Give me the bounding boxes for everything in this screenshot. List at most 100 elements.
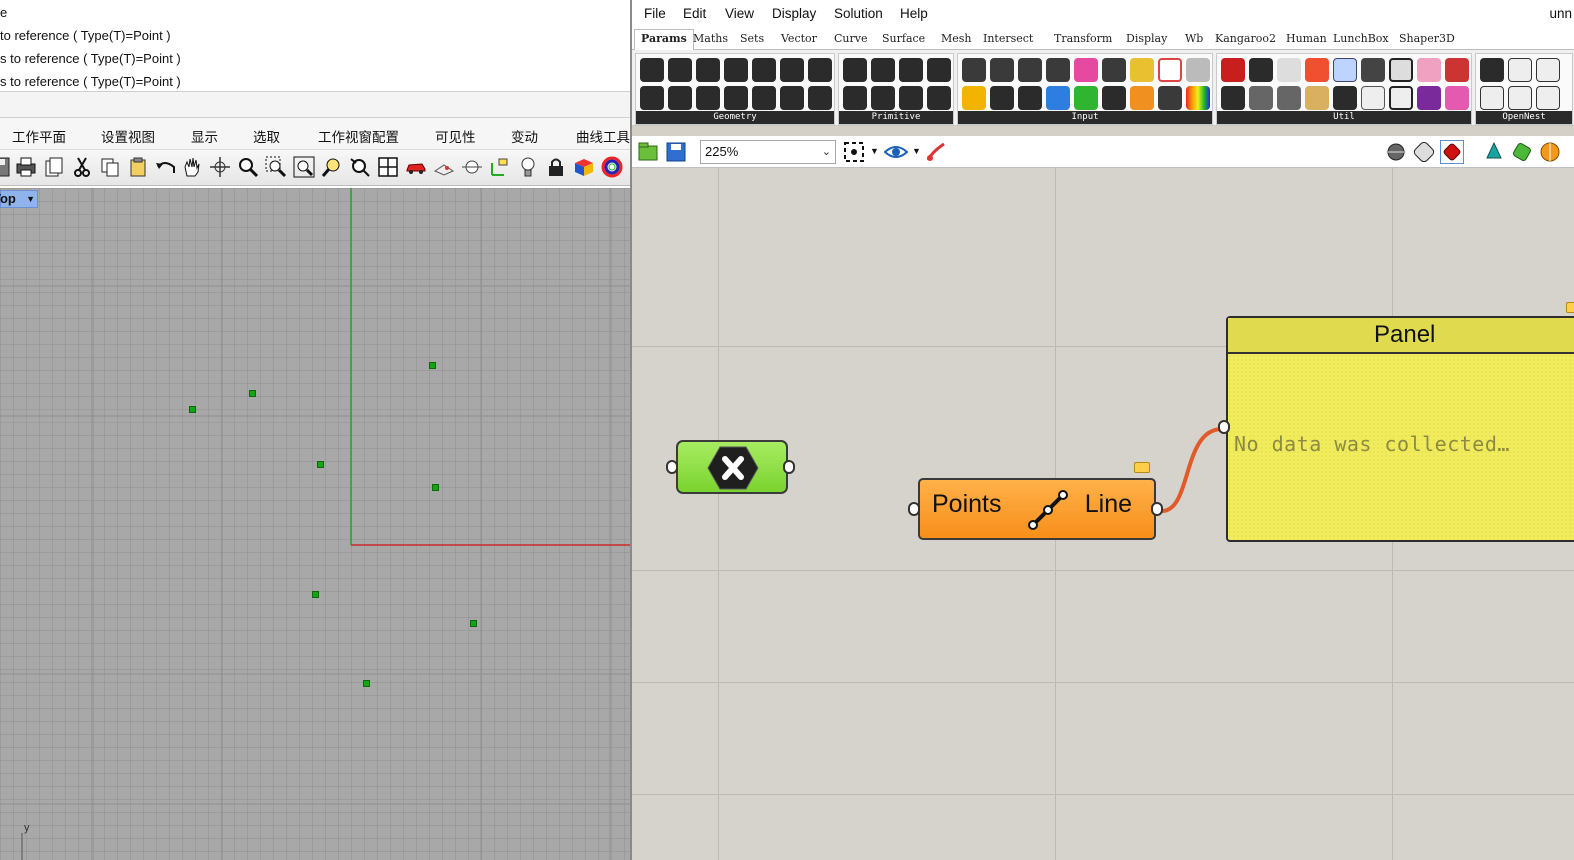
cluster-icon[interactable] bbox=[1249, 58, 1273, 82]
point-object[interactable] bbox=[363, 680, 370, 687]
tab-kangaroo2[interactable]: Kangaroo2 bbox=[1215, 32, 1276, 45]
preview-selected-icon[interactable] bbox=[1440, 140, 1464, 164]
edit-icon[interactable] bbox=[1158, 86, 1182, 110]
search-loop-icon[interactable] bbox=[1389, 58, 1413, 82]
import-icon[interactable] bbox=[42, 155, 66, 179]
integer-param-icon[interactable] bbox=[871, 58, 895, 82]
pencil-icon[interactable] bbox=[1305, 86, 1329, 110]
control-knob-icon[interactable] bbox=[1186, 58, 1210, 82]
md-slider-icon[interactable] bbox=[1046, 86, 1070, 110]
menu-set-view[interactable]: 设置视图 bbox=[101, 126, 155, 146]
flask-icon[interactable] bbox=[1445, 86, 1469, 110]
input-grip-panel[interactable] bbox=[1218, 420, 1230, 434]
field-param-icon[interactable] bbox=[808, 58, 832, 82]
point-object[interactable] bbox=[249, 390, 256, 397]
green-gem-icon[interactable] bbox=[1510, 140, 1534, 164]
input-grip[interactable] bbox=[666, 460, 678, 474]
calendar-icon[interactable] bbox=[1102, 58, 1126, 82]
button-icon[interactable] bbox=[990, 58, 1014, 82]
timer-icon[interactable] bbox=[1389, 86, 1413, 110]
list-icon[interactable] bbox=[1018, 86, 1042, 110]
tab-curve[interactable]: Curve bbox=[834, 32, 867, 45]
string-param-icon[interactable] bbox=[927, 58, 951, 82]
abc-icon[interactable] bbox=[1277, 58, 1301, 82]
viewport-title-tab[interactable]: Top ▼ bbox=[0, 190, 38, 208]
sheets-icon[interactable] bbox=[1536, 58, 1560, 82]
panel-component[interactable]: Panel No data was collected… bbox=[1226, 316, 1574, 542]
point-object[interactable] bbox=[432, 484, 439, 491]
four-viewports-icon[interactable] bbox=[376, 155, 400, 179]
zoom-level-select[interactable]: 225% ⌄ bbox=[700, 140, 836, 164]
type-icon[interactable] bbox=[1333, 58, 1357, 82]
tab-transform[interactable]: Transform bbox=[1054, 32, 1112, 45]
top-viewport[interactable]: y bbox=[0, 188, 630, 860]
ring-icon[interactable] bbox=[1249, 86, 1273, 110]
transform-param-icon[interactable] bbox=[780, 86, 804, 110]
point-object[interactable] bbox=[470, 620, 477, 627]
mesh-param-icon[interactable] bbox=[780, 58, 804, 82]
tab-display[interactable]: Display bbox=[1126, 32, 1167, 45]
cherry-icon[interactable] bbox=[1221, 58, 1245, 82]
rotate-view-icon[interactable] bbox=[208, 155, 232, 179]
pipe-icon[interactable] bbox=[1130, 86, 1154, 110]
menu-help[interactable]: Help bbox=[900, 6, 928, 21]
zoom-icon[interactable] bbox=[236, 155, 260, 179]
eraser-icon[interactable] bbox=[1508, 86, 1532, 110]
output-grip-line[interactable] bbox=[1151, 502, 1163, 516]
path-param-icon[interactable] bbox=[899, 86, 923, 110]
caret-down-icon[interactable]: ▼ bbox=[26, 191, 35, 207]
menu-cplanes[interactable]: 工作平面 bbox=[12, 126, 66, 146]
line-component[interactable]: Points Line bbox=[918, 478, 1156, 540]
gh-canvas[interactable]: Points Line Panel No data was collected… bbox=[632, 168, 1574, 860]
tab-intersect[interactable]: Intersect bbox=[983, 32, 1033, 45]
menu-select[interactable]: 选取 bbox=[253, 126, 280, 146]
text-tool-icon[interactable] bbox=[1508, 58, 1532, 82]
menu-solution[interactable]: Solution bbox=[834, 6, 883, 21]
tab-shaper3d[interactable]: Shaper3D bbox=[1399, 32, 1455, 45]
tab-lunchbox[interactable]: LunchBox bbox=[1333, 32, 1389, 45]
light-icon[interactable] bbox=[516, 155, 540, 179]
caret-down-icon[interactable]: ▼ bbox=[870, 146, 879, 156]
menu-visibility[interactable]: 可见性 bbox=[435, 126, 476, 146]
menu-edit[interactable]: Edit bbox=[683, 6, 706, 21]
record-icon[interactable] bbox=[1305, 58, 1329, 82]
lock-icon[interactable] bbox=[544, 155, 568, 179]
tab-sets[interactable]: Sets bbox=[740, 32, 764, 45]
message-bubble-icon[interactable] bbox=[1566, 302, 1574, 313]
preview-wireframe-icon[interactable] bbox=[1412, 140, 1436, 164]
domain-param-icon[interactable] bbox=[927, 86, 951, 110]
tab-maths[interactable]: Maths bbox=[693, 32, 728, 45]
menu-curve-tools[interactable]: 曲线工具 bbox=[576, 126, 630, 146]
menu-viewport-layout[interactable]: 工作视窗配置 bbox=[318, 126, 399, 146]
circle-param-icon[interactable] bbox=[668, 58, 692, 82]
geometry-param-icon[interactable] bbox=[752, 86, 776, 110]
tab-params[interactable]: Params bbox=[634, 29, 694, 50]
preview-eye-icon[interactable] bbox=[884, 140, 908, 164]
tab-human[interactable]: Human bbox=[1286, 32, 1327, 45]
boolean-param-icon[interactable] bbox=[843, 58, 867, 82]
bake-icon[interactable] bbox=[1417, 58, 1441, 82]
save-icon[interactable] bbox=[0, 155, 12, 179]
color-wheel-icon[interactable] bbox=[600, 155, 624, 179]
fuzzy-icon[interactable] bbox=[1333, 86, 1357, 110]
paste-icon[interactable] bbox=[126, 155, 150, 179]
tab-vector[interactable]: Vector bbox=[781, 32, 817, 45]
image-sampler-icon[interactable] bbox=[1074, 86, 1098, 110]
surface-param-icon[interactable] bbox=[724, 58, 748, 82]
arrow-icon[interactable] bbox=[1361, 58, 1385, 82]
preview-shaded-icon[interactable] bbox=[1384, 140, 1408, 164]
number-param-icon[interactable] bbox=[843, 86, 867, 110]
tab-surface[interactable]: Surface bbox=[882, 32, 925, 45]
message-bubble-icon[interactable] bbox=[1134, 462, 1150, 473]
copy-icon[interactable] bbox=[98, 155, 122, 179]
brep-param-icon[interactable] bbox=[752, 58, 776, 82]
zoom-extents-icon[interactable] bbox=[292, 155, 316, 179]
cup-icon[interactable] bbox=[1277, 86, 1301, 110]
input-grip-points[interactable] bbox=[908, 502, 920, 516]
menu-view[interactable]: View bbox=[725, 6, 754, 21]
wifi-icon[interactable] bbox=[1480, 86, 1504, 110]
nest-icon[interactable] bbox=[1480, 58, 1504, 82]
zoom-selected-icon[interactable] bbox=[320, 155, 344, 179]
point-object[interactable] bbox=[312, 591, 319, 598]
toggle-icon[interactable] bbox=[962, 58, 986, 82]
